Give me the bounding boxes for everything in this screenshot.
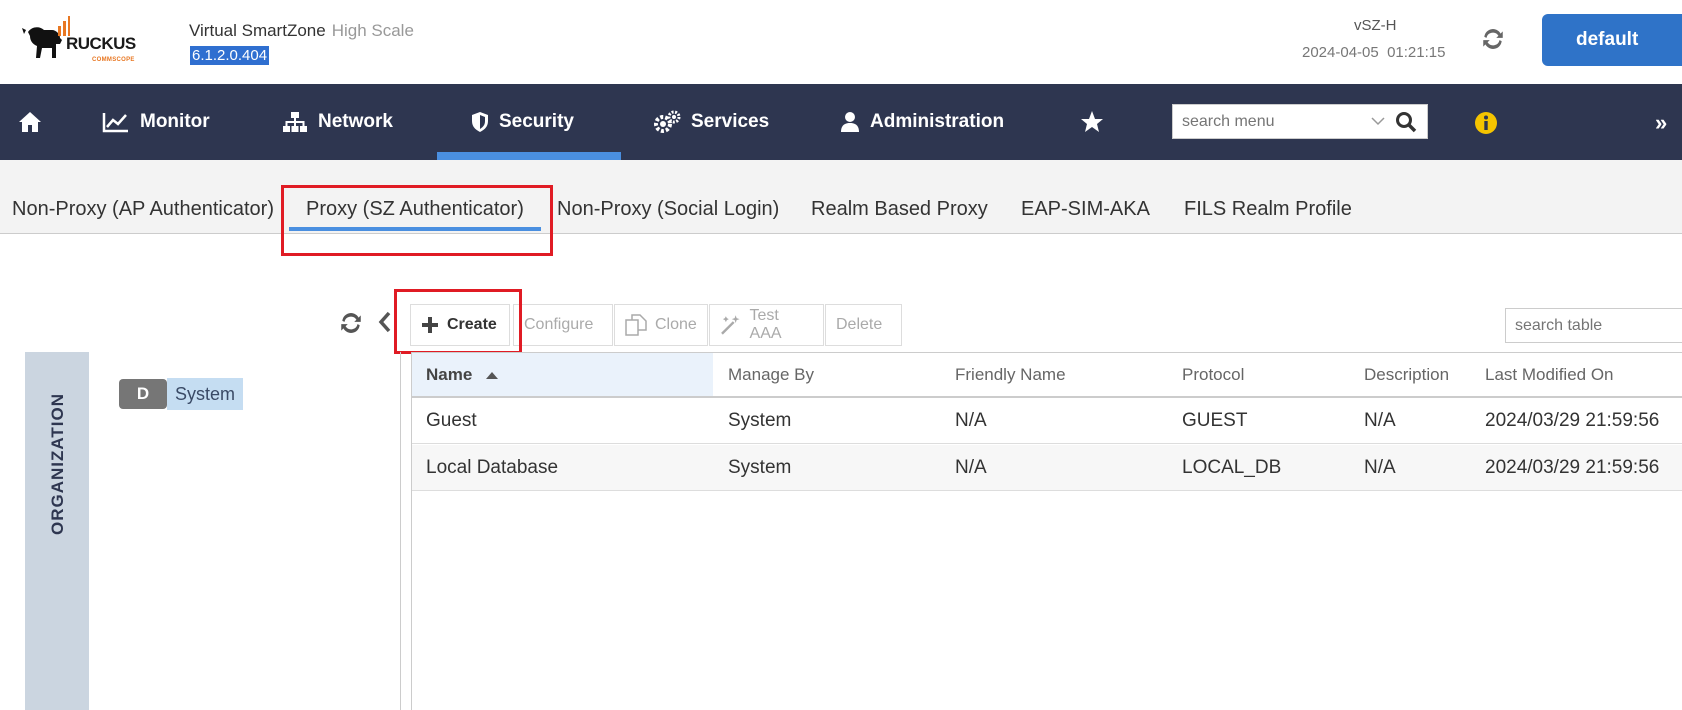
main-nav: Monitor Network Security Services Admini… [0,84,1682,160]
test-aaa-button-label: Test AAA [749,307,782,342]
clock-date: 2024-04-05 [1302,44,1379,61]
product-title: Virtual SmartZone [189,21,326,40]
nav-administration-label: Administration [870,111,1005,132]
column-header-manage-by[interactable]: Manage By [728,365,814,385]
table-header: Name Manage By Friendly Name Protocol De… [412,353,1682,398]
column-header-last-modified[interactable]: Last Modified On [1485,365,1614,385]
column-name-label: Name [426,365,473,384]
cell-manage-by: System [728,457,792,478]
tab-non-proxy-social[interactable]: Non-Proxy (Social Login) [557,198,779,221]
refresh-icon[interactable] [1480,26,1508,54]
host-name: vSZ-H [1354,17,1397,34]
info-icon[interactable] [1474,111,1498,140]
search-icon[interactable] [1395,111,1417,133]
cell-last-modified: 2024/03/29 21:59:56 [1485,410,1660,431]
column-header-protocol[interactable]: Protocol [1182,365,1244,385]
shield-icon [472,112,488,132]
cell-friendly-name: N/A [955,410,987,431]
clock-time: 01:21:15 [1387,44,1446,61]
gears-icon [654,110,681,133]
menu-search [1172,104,1428,139]
product-name: Virtual SmartZone High Scale [189,21,414,41]
more-menu-icon[interactable]: » [1655,110,1667,136]
domain-select-button[interactable]: default [1542,14,1682,66]
organization-tree: D System [89,352,401,710]
tab-fils-realm[interactable]: FILS Realm Profile [1184,198,1352,221]
proxy-table: Name Manage By Friendly Name Protocol De… [411,352,1682,710]
nav-monitor[interactable]: Monitor [102,84,210,160]
table-refresh-icon[interactable] [338,310,364,341]
top-header: RUCKUS COMMSCOPE Virtual SmartZone High S… [0,0,1682,84]
auth-subtabs: Non-Proxy (AP Authenticator) Proxy (SZ A… [0,160,1682,234]
nav-administration[interactable]: Administration [840,84,1004,160]
nav-security[interactable]: Security [437,84,621,160]
home-icon[interactable] [18,84,52,160]
highlight-box-create [394,289,522,354]
cell-last-modified: 2024/03/29 21:59:56 [1485,457,1660,478]
column-header-description[interactable]: Description [1364,365,1449,385]
cell-name: Local Database [426,457,559,478]
cell-friendly-name: N/A [955,457,987,478]
product-edition: High Scale [331,21,414,40]
clone-icon [625,314,647,336]
test-aaa-button[interactable]: Test AAA [709,304,824,346]
cell-description: N/A [1364,410,1396,431]
nav-services-label: Services [691,111,770,132]
column-header-friendly-name[interactable]: Friendly Name [955,365,1066,385]
table-row[interactable]: Guest System N/A GUEST N/A 2024/03/29 21… [412,398,1682,444]
user-icon [841,112,859,132]
configure-button[interactable]: Configure [513,304,613,346]
table-search [1505,308,1682,343]
delete-button-label: Delete [836,316,883,333]
nav-security-label: Security [499,111,574,132]
cell-protocol: LOCAL_DB [1182,457,1282,478]
clone-button-label: Clone [655,316,697,333]
cell-name: Guest [426,410,477,431]
tab-eap-sim-aka[interactable]: EAP-SIM-AKA [1021,198,1150,221]
star-icon[interactable] [1080,84,1114,160]
chart-line-icon [102,113,128,133]
tree-node-label: System [167,378,244,410]
nav-services[interactable]: Services [653,84,769,160]
system-clock: 2024-04-05 01:21:15 [1302,44,1445,61]
dog-logo-icon [22,16,70,58]
cell-manage-by: System [728,410,792,431]
ruckus-logo: RUCKUS COMMSCOPE [22,14,162,66]
tab-non-proxy-ap[interactable]: Non-Proxy (AP Authenticator) [12,198,274,221]
clone-button[interactable]: Clone [614,304,708,346]
organization-label: ORGANIZATION [48,392,67,535]
magic-wand-icon [721,315,740,335]
tab-realm-proxy[interactable]: Realm Based Proxy [811,198,988,221]
highlight-box-proxy-tab [281,185,553,256]
domain-badge: D [119,379,167,409]
cell-description: N/A [1364,457,1396,478]
menu-search-input[interactable] [1173,105,1363,138]
nav-network-label: Network [318,111,393,132]
nav-network[interactable]: Network [282,84,393,160]
sitemap-icon [283,112,307,132]
table-row[interactable]: Local Database System N/A LOCAL_DB N/A 2… [412,445,1682,491]
table-search-input[interactable] [1506,309,1682,342]
version-label: 6.1.2.0.404 [190,46,270,65]
column-header-name[interactable]: Name [426,365,499,385]
sort-asc-icon [486,372,499,379]
configure-button-label: Configure [524,316,594,333]
chevron-down-icon[interactable] [1371,116,1385,126]
brand-subtitle: COMMSCOPE [92,57,135,63]
cell-protocol: GUEST [1182,410,1248,431]
delete-button[interactable]: Delete [825,304,902,346]
nav-monitor-label: Monitor [140,111,210,132]
brand-name: RUCKUS [66,34,136,53]
collapse-panel-icon[interactable] [378,310,392,340]
tree-node-system[interactable]: D System [119,378,244,410]
